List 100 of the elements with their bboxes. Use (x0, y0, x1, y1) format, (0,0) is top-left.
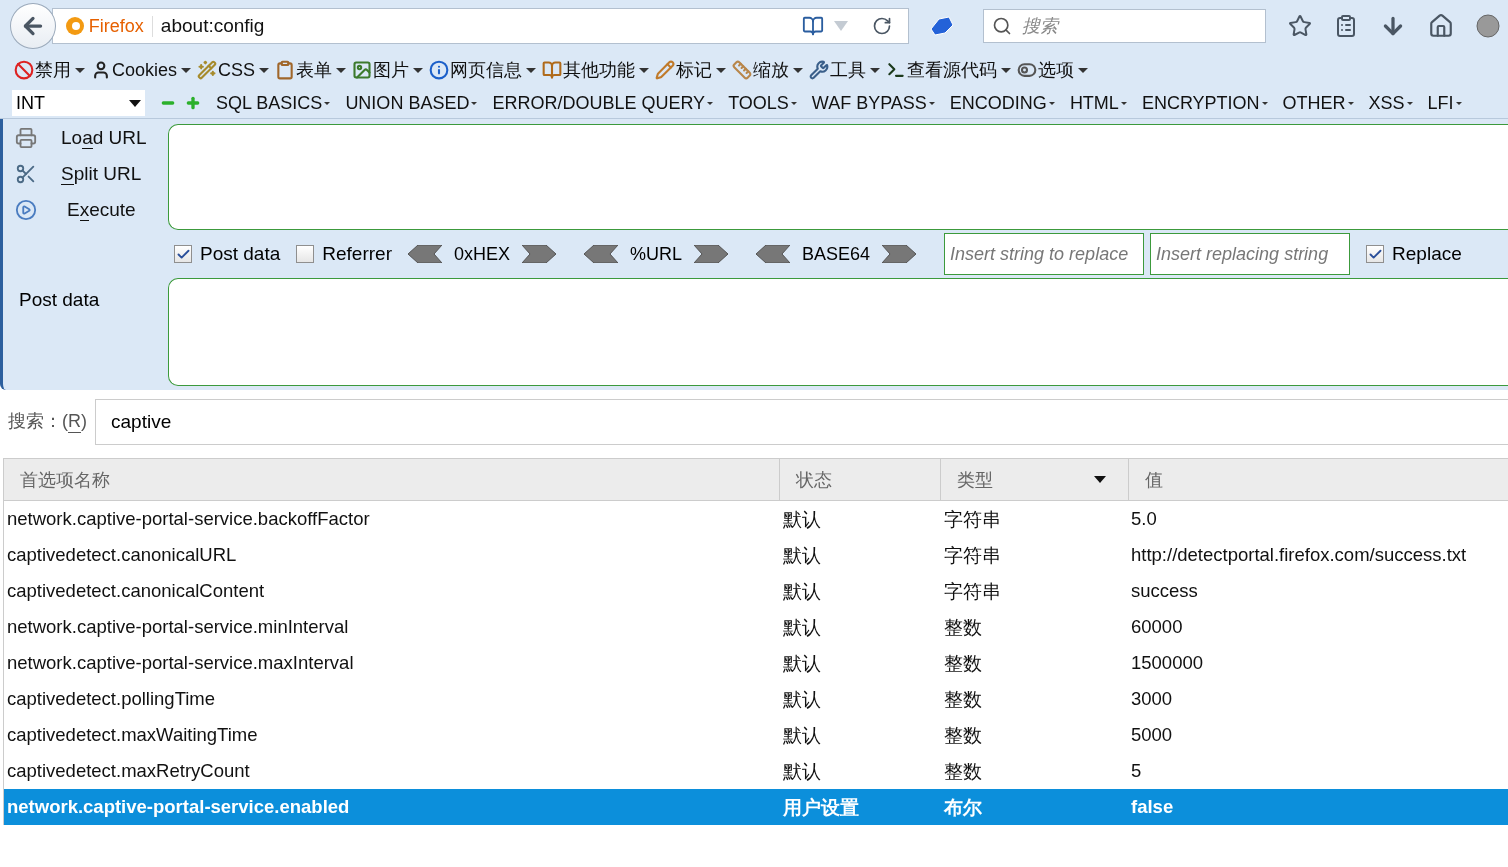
table-cell-text: 默认 (782, 651, 822, 676)
clipboard-icon (275, 60, 296, 80)
split-url-button[interactable]: Split URL (15, 159, 168, 189)
column-header[interactable]: 首选项名称 (4, 459, 779, 500)
toggle-icon (1017, 60, 1038, 80)
hackbar-menu[interactable]: ERROR/DOUBLE QUERY (492, 92, 714, 114)
decode-arrow-button[interactable] (407, 245, 442, 263)
encode-arrow-button[interactable] (522, 245, 556, 263)
table-row[interactable]: captivedetect.canonicalURL 默认 字符串 http://detectportal.firefox.com/success.txt (4, 537, 1508, 573)
decode-arrow-button[interactable] (584, 245, 618, 263)
toolbar-menu[interactable]: 禁用 (14, 58, 85, 82)
hackbar-menu[interactable]: ENCODING (949, 92, 1055, 114)
table-cell-text: network.captive-portal-service.enabled (6, 796, 351, 818)
toolbar-menu[interactable]: 其他功能 (542, 58, 650, 82)
table-cell-text: 整数 (943, 615, 983, 640)
execute-url-button[interactable]: Execute (15, 195, 168, 225)
replace-field[interactable]: Insert replacing string (1150, 233, 1351, 275)
browser-logo-icon (64, 16, 85, 36)
url-bar[interactable]: Firefox about:config (51, 8, 909, 44)
star-icon[interactable] (1288, 14, 1312, 38)
encoding-label: BASE64 (802, 243, 871, 265)
toolbar-menu[interactable]: 标记 (655, 58, 727, 82)
table-row[interactable]: captivedetect.maxWaitingTime 默认 整数 5000 (4, 717, 1508, 753)
table-row[interactable]: network.captive-portal-service.enabled 用户设置 布尔 false (4, 789, 1508, 825)
book-icon[interactable] (801, 15, 824, 37)
back-button[interactable] (10, 3, 56, 49)
url-text: about:config (159, 15, 266, 37)
reload-icon[interactable] (871, 16, 892, 36)
table-cell-text: 默认 (782, 543, 822, 568)
table-cell-text: 整数 (943, 651, 983, 676)
toolbar-menu[interactable]: 网页信息 (429, 58, 537, 82)
hackbar-menu[interactable]: TOOLS (728, 92, 797, 114)
scissors-icon (15, 163, 37, 185)
pencil-icon (655, 60, 676, 80)
encode-arrow-button[interactable] (882, 245, 917, 263)
table-cell-text: 布尔 (943, 795, 983, 820)
table-cell-text: success (1130, 580, 1199, 602)
hackbar-menu[interactable]: WAF BYPASS (811, 92, 935, 114)
hackbar-menu[interactable]: OTHER (1282, 92, 1354, 114)
hackbar-menu[interactable]: LFI (1427, 92, 1462, 114)
table-cell-text: 5.0 (1130, 508, 1158, 530)
search-label: 搜索：(R) (8, 411, 87, 433)
hackbar-menu[interactable]: XSS (1368, 92, 1413, 114)
printer-icon (15, 127, 37, 149)
toolbar-menu[interactable]: 查看源代码 (886, 58, 1012, 82)
table-row[interactable]: captivedetect.maxRetryCount 默认 整数 5 (4, 753, 1508, 789)
checkbox[interactable]: Referrer (296, 243, 392, 265)
ruler-icon (732, 60, 753, 80)
table-row[interactable]: captivedetect.pollingTime 默认 整数 3000 (4, 681, 1508, 717)
table-row[interactable]: network.captive-portal-service.minInterval 默认 整数 60000 (4, 609, 1508, 645)
hackbar-menu[interactable]: HTML (1069, 92, 1127, 114)
search-input[interactable]: 搜索 (1019, 14, 1250, 38)
hackbar-menu[interactable]: ENCRYPTION (1141, 92, 1268, 114)
checkbox[interactable]: Post data (174, 243, 281, 265)
toolbar-menu[interactable]: Cookies (91, 59, 192, 81)
table-cell-text: 默认 (782, 687, 822, 712)
table-cell-text: 5000 (1130, 724, 1174, 746)
toolbar-menu[interactable]: 缩放 (732, 58, 804, 82)
table-row[interactable]: network.captive-portal-service.backoffFactor 默认 字符串 5.0 (4, 501, 1508, 537)
wand-icon (197, 60, 218, 80)
table-cell-text: captivedetect.pollingTime (6, 688, 217, 710)
replace-field[interactable]: Insert string to replace (944, 233, 1145, 275)
toolbar-menu[interactable]: CSS (197, 59, 270, 81)
info-icon (429, 60, 450, 80)
table-cell-text: network.captive-portal-service.maxInterval (6, 652, 355, 674)
table-cell-text: 60000 (1130, 616, 1184, 638)
table-cell-text: network.captive-portal-service.backoffFactor (6, 508, 371, 530)
search-icon (991, 16, 1012, 36)
list-icon[interactable] (1334, 14, 1358, 38)
table-cell-text: 默认 (782, 507, 822, 532)
table-cell-text: 默认 (782, 579, 822, 604)
column-header[interactable]: 状态 (779, 459, 940, 500)
table-cell-text: 字符串 (943, 543, 1002, 568)
table-cell-text: 5 (1130, 760, 1143, 782)
play-icon (15, 199, 37, 221)
table-row[interactable]: captivedetect.canonicalContent 默认 字符串 success (4, 573, 1508, 609)
terminal-icon (886, 60, 907, 80)
hackbar-menu[interactable]: UNION BASED (345, 92, 478, 114)
table-row[interactable]: network.captive-portal-service.maxInterval 默认 整数 1500000 (4, 645, 1508, 681)
table-cell-text: 字符串 (943, 579, 1002, 604)
column-header[interactable]: 类型 (940, 459, 1128, 500)
table-cell-text: 整数 (943, 759, 983, 784)
column-header[interactable]: 值 (1128, 459, 1508, 500)
encode-arrow-button[interactable] (694, 245, 728, 263)
checkbox[interactable]: Replace (1366, 243, 1462, 265)
search-field[interactable]: captive (95, 399, 1508, 445)
home-icon[interactable] (1428, 13, 1454, 39)
table-cell-text: network.captive-portal-service.minInterval (6, 616, 350, 638)
type-select[interactable]: INT (12, 90, 145, 116)
toolbar-menu[interactable]: 选项 (1017, 58, 1089, 82)
toolbar-menu[interactable]: 工具 (809, 58, 881, 82)
toolbar-menu[interactable]: 表单 (275, 58, 347, 82)
toolbar-menu[interactable]: 图片 (352, 58, 424, 82)
table-cell-text: captivedetect.maxWaitingTime (6, 724, 259, 746)
table-cell-text: captivedetect.canonicalContent (6, 580, 266, 602)
search-field[interactable]: 搜索 (982, 9, 1266, 43)
decode-arrow-button[interactable] (756, 245, 790, 263)
hackbar-menu[interactable]: SQL BASICS (216, 92, 331, 114)
picture-icon (352, 60, 373, 80)
load-url-button[interactable]: Load URL (15, 123, 168, 153)
